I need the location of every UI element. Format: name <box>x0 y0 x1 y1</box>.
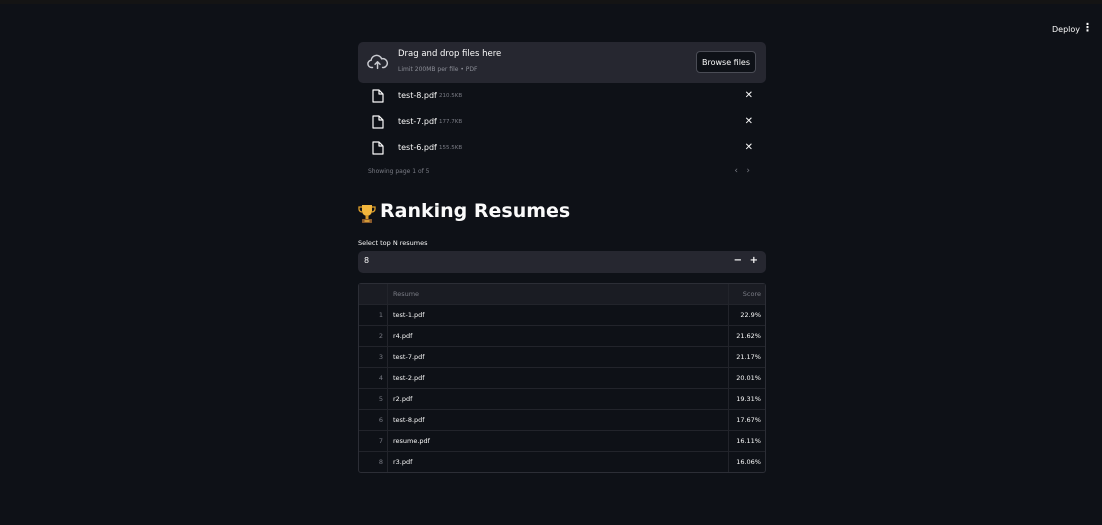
resume-cell[interactable]: test-7.pdf <box>388 347 729 367</box>
row-index: 2 <box>359 326 388 346</box>
table-header-row: Resume Score <box>359 284 765 305</box>
remove-file-close-icon[interactable]: ✕ <box>745 90 753 101</box>
row-index: 3 <box>359 347 388 367</box>
ranking-table[interactable]: Resume Score 1 test-1.pdf 22.9% 2 r4.pdf… <box>358 283 766 473</box>
file-size: 155.5KB <box>439 145 463 151</box>
table-row: 3 test-7.pdf 21.17% <box>359 347 765 368</box>
dropzone-title: Drag and drop files here <box>398 49 502 59</box>
index-header <box>359 284 388 304</box>
score-cell[interactable]: 22.9% <box>729 305 765 325</box>
table-row: 4 test-2.pdf 20.01% <box>359 368 765 389</box>
row-index: 7 <box>359 431 388 451</box>
decrement-button[interactable]: − <box>734 255 742 266</box>
file-name: test-6.pdf <box>398 143 437 152</box>
dropzone-limit-text: Limit 200MB per file • PDF <box>398 66 478 73</box>
top-n-label: Select top N resumes <box>358 239 428 247</box>
file-icon <box>372 115 384 129</box>
browse-files-button[interactable]: Browse files <box>696 51 756 73</box>
main-content: Drag and drop files here Limit 200MB per… <box>358 42 766 473</box>
chevron-left-icon[interactable]: ‹ <box>734 166 738 176</box>
row-index: 5 <box>359 389 388 409</box>
resume-cell[interactable]: test-1.pdf <box>388 305 729 325</box>
uploaded-file-row: test-7.pdf 177.7KB ✕ <box>358 109 766 135</box>
file-name: test-8.pdf <box>398 91 437 100</box>
row-index: 4 <box>359 368 388 388</box>
uploaded-file-row: test-8.pdf 210.5KB ✕ <box>358 83 766 109</box>
score-cell[interactable]: 21.62% <box>729 326 765 346</box>
row-index: 8 <box>359 452 388 472</box>
top-n-number-input[interactable]: 8 − + <box>358 251 766 273</box>
resume-cell[interactable]: r4.pdf <box>388 326 729 346</box>
top-n-value[interactable]: 8 <box>364 256 369 265</box>
table-row: 6 test-8.pdf 17.67% <box>359 410 765 431</box>
file-size: 177.7KB <box>439 119 463 125</box>
table-row: 2 r4.pdf 21.62% <box>359 326 765 347</box>
table-row: 1 test-1.pdf 22.9% <box>359 305 765 326</box>
table-row: 5 r2.pdf 19.31% <box>359 389 765 410</box>
page-title: Ranking Resumes <box>380 200 571 222</box>
score-column-header[interactable]: Score <box>729 284 765 304</box>
table-row: 8 r3.pdf 16.06% <box>359 452 765 472</box>
increment-button[interactable]: + <box>750 255 758 266</box>
score-cell[interactable]: 16.11% <box>729 431 765 451</box>
resume-cell[interactable]: r2.pdf <box>388 389 729 409</box>
main-menu-icon[interactable]: ⋮ <box>1082 22 1093 33</box>
resume-column-header[interactable]: Resume <box>388 284 729 304</box>
row-index: 1 <box>359 305 388 325</box>
file-size: 210.5KB <box>439 93 463 99</box>
resume-cell[interactable]: r3.pdf <box>388 452 729 472</box>
score-cell[interactable]: 17.67% <box>729 410 765 430</box>
score-cell[interactable]: 19.31% <box>729 389 765 409</box>
file-icon <box>372 89 384 103</box>
chevron-right-icon[interactable]: › <box>746 166 750 176</box>
file-icon <box>372 141 384 155</box>
upload-cloud-icon <box>367 54 389 70</box>
row-index: 6 <box>359 410 388 430</box>
remove-file-close-icon[interactable]: ✕ <box>745 116 753 127</box>
remove-file-close-icon[interactable]: ✕ <box>745 142 753 153</box>
uploaded-file-row: test-6.pdf 155.5KB ✕ <box>358 135 766 161</box>
pagination-text: Showing page 1 of 5 <box>368 168 430 175</box>
page-title-row: Ranking Resumes <box>358 193 766 233</box>
score-cell[interactable]: 16.06% <box>729 452 765 472</box>
file-dropzone[interactable]: Drag and drop files here Limit 200MB per… <box>358 42 766 83</box>
score-cell[interactable]: 21.17% <box>729 347 765 367</box>
file-pagination: Showing page 1 of 5 ‹ › <box>358 161 766 183</box>
file-name: test-7.pdf <box>398 117 437 126</box>
resume-cell[interactable]: resume.pdf <box>388 431 729 451</box>
table-row: 7 resume.pdf 16.11% <box>359 431 765 452</box>
resume-cell[interactable]: test-2.pdf <box>388 368 729 388</box>
score-cell[interactable]: 20.01% <box>729 368 765 388</box>
resume-cell[interactable]: test-8.pdf <box>388 410 729 430</box>
trophy-icon <box>358 205 376 223</box>
deploy-button[interactable]: Deploy <box>1052 25 1080 34</box>
